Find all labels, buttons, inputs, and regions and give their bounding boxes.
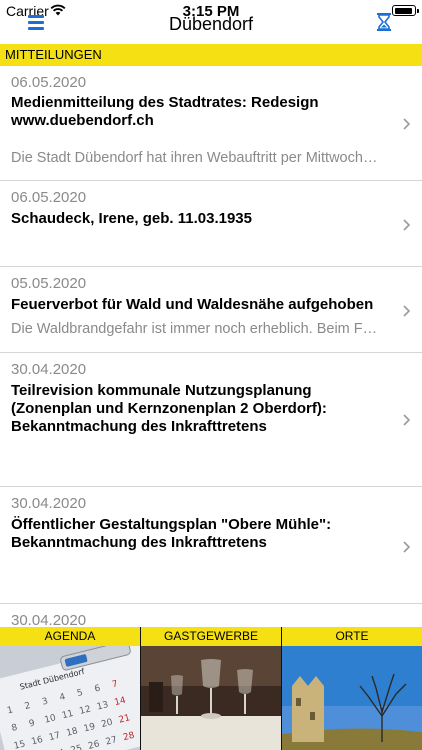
- news-list: 06.05.2020 Medienmitteilung des Stadtrat…: [0, 66, 422, 626]
- news-title: Medienmitteilung des Stadtrates: Redesig…: [11, 94, 319, 129]
- tile-label: ORTE: [282, 627, 422, 646]
- tile-agenda[interactable]: AGENDA 1234567 8 9 10 11 12 13 14 15 16 17 18 19 20…: [0, 627, 140, 750]
- news-date: 05.05.2020: [11, 275, 87, 292]
- news-title: Öffentlicher Gestaltungsplan "Obere Mühl…: [11, 516, 332, 551]
- landscape-image: [282, 646, 422, 750]
- restaurant-image: [141, 646, 281, 750]
- section-header: MITTEILUNGEN: [0, 44, 422, 66]
- bottom-tiles: AGENDA 1234567 8 9 10 11 12 13 14 15 16 17 18 19 20…: [0, 627, 422, 750]
- tile-gastgewerbe[interactable]: GASTGEWERBE: [141, 627, 281, 750]
- chevron-right-icon: [403, 305, 411, 317]
- svg-text:15: 15: [13, 739, 27, 750]
- news-item[interactable]: 06.05.2020 Medienmitteilung des Stadtrat…: [0, 66, 422, 181]
- news-item[interactable]: 30.04.2020 Öffentlicher Gestaltungsplan …: [0, 487, 422, 604]
- news-date: 30.04.2020: [11, 495, 87, 512]
- tile-orte[interactable]: ORTE: [282, 627, 422, 750]
- top-bar: Carrier 3:15 PM Dübendorf: [0, 0, 422, 44]
- news-item[interactable]: 06.05.2020 Schaudeck, Irene, geb. 11.03.…: [0, 181, 422, 267]
- page-title: Dübendorf: [168, 14, 254, 34]
- news-description: Die Stadt Dübendorf hat ihren Webauftrit…: [11, 150, 381, 166]
- news-item[interactable]: 30.04.2020 Teilrevision kommunale Nutzun…: [0, 353, 422, 487]
- news-title: Schaudeck, Irene, geb. 11.03.1935: [11, 210, 252, 227]
- calendar-image: 1234567 891011121314 15161718192021 2223…: [0, 646, 140, 750]
- news-description: Die Waldbrandgefahr ist immer noch erheb…: [11, 321, 381, 337]
- news-date: 06.05.2020: [11, 189, 87, 206]
- news-item[interactable]: 30.04.2020: [0, 604, 422, 626]
- tile-label: AGENDA: [0, 627, 140, 646]
- news-date: 30.04.2020: [11, 612, 87, 626]
- news-item[interactable]: 05.05.2020 Feuerverbot für Wald und Wald…: [0, 267, 422, 353]
- hourglass-icon[interactable]: [375, 12, 393, 32]
- news-date: 30.04.2020: [11, 361, 87, 378]
- news-date: 06.05.2020: [11, 74, 87, 91]
- news-title: Teilrevision kommunale Nutzungsplanung (…: [11, 382, 327, 435]
- chevron-right-icon: [403, 219, 411, 231]
- chevron-right-icon: [403, 414, 411, 426]
- chevron-right-icon: [403, 541, 411, 553]
- news-title: Feuerverbot für Wald und Waldesnähe aufg…: [11, 296, 374, 313]
- chevron-right-icon: [403, 118, 411, 130]
- tile-label: GASTGEWERBE: [141, 627, 281, 646]
